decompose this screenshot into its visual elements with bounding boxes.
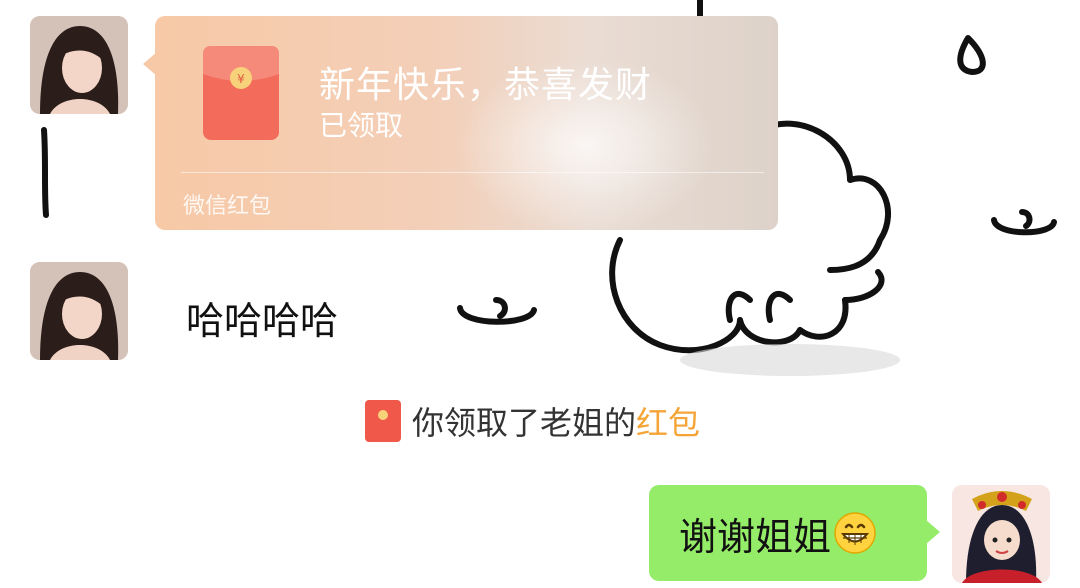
sender-avatar[interactable]	[30, 262, 128, 360]
red-packet-card[interactable]: ¥ 新年快乐，恭喜发财 已领取 微信红包	[155, 16, 778, 230]
sent-bubble-tail	[926, 520, 940, 544]
red-packet-status: 已领取	[319, 109, 404, 142]
red-packet-title: 新年快乐，恭喜发财	[319, 65, 653, 106]
svg-text:¥: ¥	[237, 72, 245, 86]
red-packet-divider	[181, 172, 764, 173]
grin-emoji-icon	[834, 512, 876, 554]
sender-avatar[interactable]	[30, 16, 128, 114]
received-text-message[interactable]: 哈哈哈哈	[186, 290, 338, 345]
sent-message-text: 谢谢姐姐	[679, 514, 832, 559]
red-packet-source-label: 微信红包	[183, 194, 272, 219]
system-notice: 你领取了老姐的 红包	[364, 398, 700, 444]
red-packet-link[interactable]: 红包	[636, 398, 700, 444]
red-envelope-icon: ¥	[203, 46, 279, 140]
system-notice-text: 你领取了老姐的	[412, 404, 637, 442]
red-envelope-icon	[365, 400, 401, 442]
self-avatar[interactable]	[952, 485, 1050, 583]
sent-text-message[interactable]: 谢谢姐姐	[649, 485, 927, 581]
